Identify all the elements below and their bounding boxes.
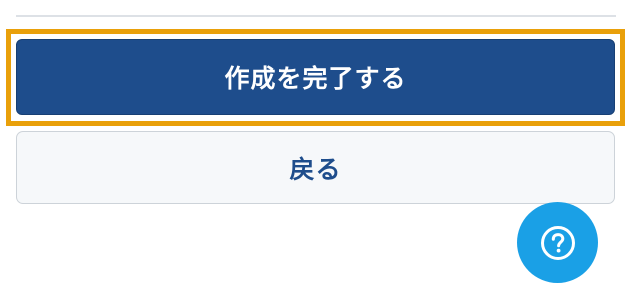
help-circle-icon: [540, 225, 575, 260]
help-button[interactable]: [517, 202, 598, 283]
form-footer: 作成を完了する 戻る: [0, 0, 632, 293]
complete-creation-button[interactable]: 作成を完了する: [16, 39, 615, 115]
section-divider: [16, 15, 616, 17]
back-button[interactable]: 戻る: [16, 131, 615, 204]
